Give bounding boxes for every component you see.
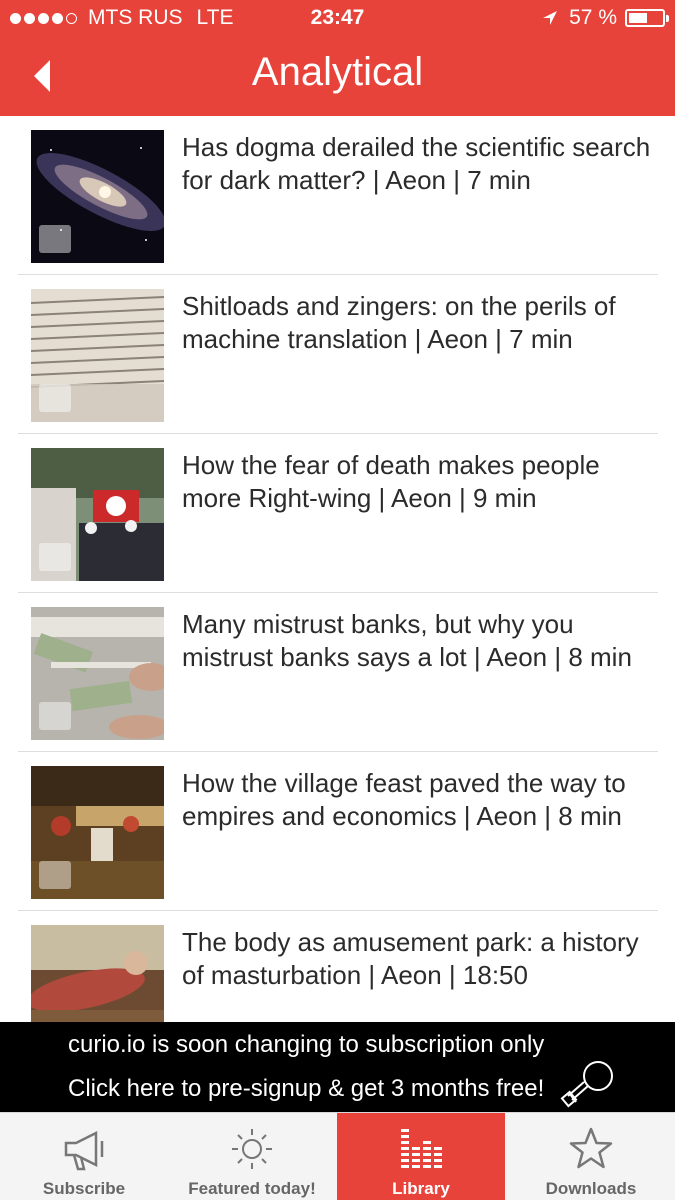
sun-icon [232, 1129, 272, 1169]
header-bar: MTS RUS LTE 23:47 57 % Analytical [0, 0, 675, 116]
article-title: Shitloads and zingers: on the perils of … [182, 291, 616, 354]
article-title: The body as amusement park: a history of… [182, 927, 639, 990]
tab-downloads[interactable]: Downloads [507, 1113, 675, 1200]
tab-label: Library [392, 1179, 450, 1198]
page-title: Analytical [251, 50, 424, 94]
microphone-icon [39, 861, 71, 889]
article-thumbnail [31, 607, 164, 740]
article-row[interactable]: Shitloads and zingers: on the perils of … [18, 275, 658, 434]
tab-label: Downloads [545, 1179, 637, 1198]
promo-banner[interactable]: curio.io is soon changing to subscriptio… [0, 1022, 675, 1112]
megaphone-icon [64, 1130, 104, 1171]
article-row[interactable]: Has dogma derailed the scientific search… [18, 116, 658, 275]
article-row[interactable]: The body as amusement park: a history of… [18, 911, 658, 1022]
article-title: How the fear of death makes people more … [182, 450, 600, 513]
article-thumbnail [31, 766, 164, 899]
article-title: Has dogma derailed the scientific search… [182, 132, 651, 195]
article-row[interactable]: How the fear of death makes people more … [18, 434, 658, 593]
article-thumbnail [31, 448, 164, 581]
equalizer-icon [401, 1129, 442, 1168]
banner-line-1: curio.io is soon changing to subscriptio… [68, 1031, 545, 1058]
article-thumbnail [31, 289, 164, 422]
article-title: Many mistrust banks, but why you mistrus… [182, 609, 632, 672]
tab-library[interactable]: Library [337, 1113, 505, 1200]
tab-label: Subscribe [42, 1179, 126, 1198]
tab-subscribe[interactable]: Subscribe [0, 1113, 168, 1200]
article-thumbnail [31, 130, 164, 263]
microphone-icon [39, 543, 71, 571]
microphone-icon [39, 225, 71, 253]
article-thumbnail [31, 925, 164, 1022]
tab-bar: Subscribe Featured today! Library Downlo… [0, 1112, 675, 1200]
banner-line-2: Click here to pre-signup & get 3 months … [68, 1075, 545, 1102]
microphone-icon [39, 384, 71, 412]
battery-percent: 57 % [569, 6, 617, 29]
lightbulb-icon [560, 1061, 613, 1108]
status-bar: MTS RUS LTE 23:47 57 % [0, 0, 675, 36]
article-list[interactable]: Has dogma derailed the scientific search… [0, 116, 675, 1022]
battery-icon [625, 9, 669, 27]
tab-label: Featured today! [188, 1179, 316, 1198]
tab-featured-today[interactable]: Featured today! [168, 1113, 336, 1200]
location-arrow-icon [543, 11, 558, 25]
article-row[interactable]: How the village feast paved the way to e… [18, 752, 658, 911]
article-row[interactable]: Many mistrust banks, but why you mistrus… [18, 593, 658, 752]
star-icon [569, 1127, 613, 1169]
article-title: How the village feast paved the way to e… [182, 768, 626, 831]
microphone-icon [39, 702, 71, 730]
